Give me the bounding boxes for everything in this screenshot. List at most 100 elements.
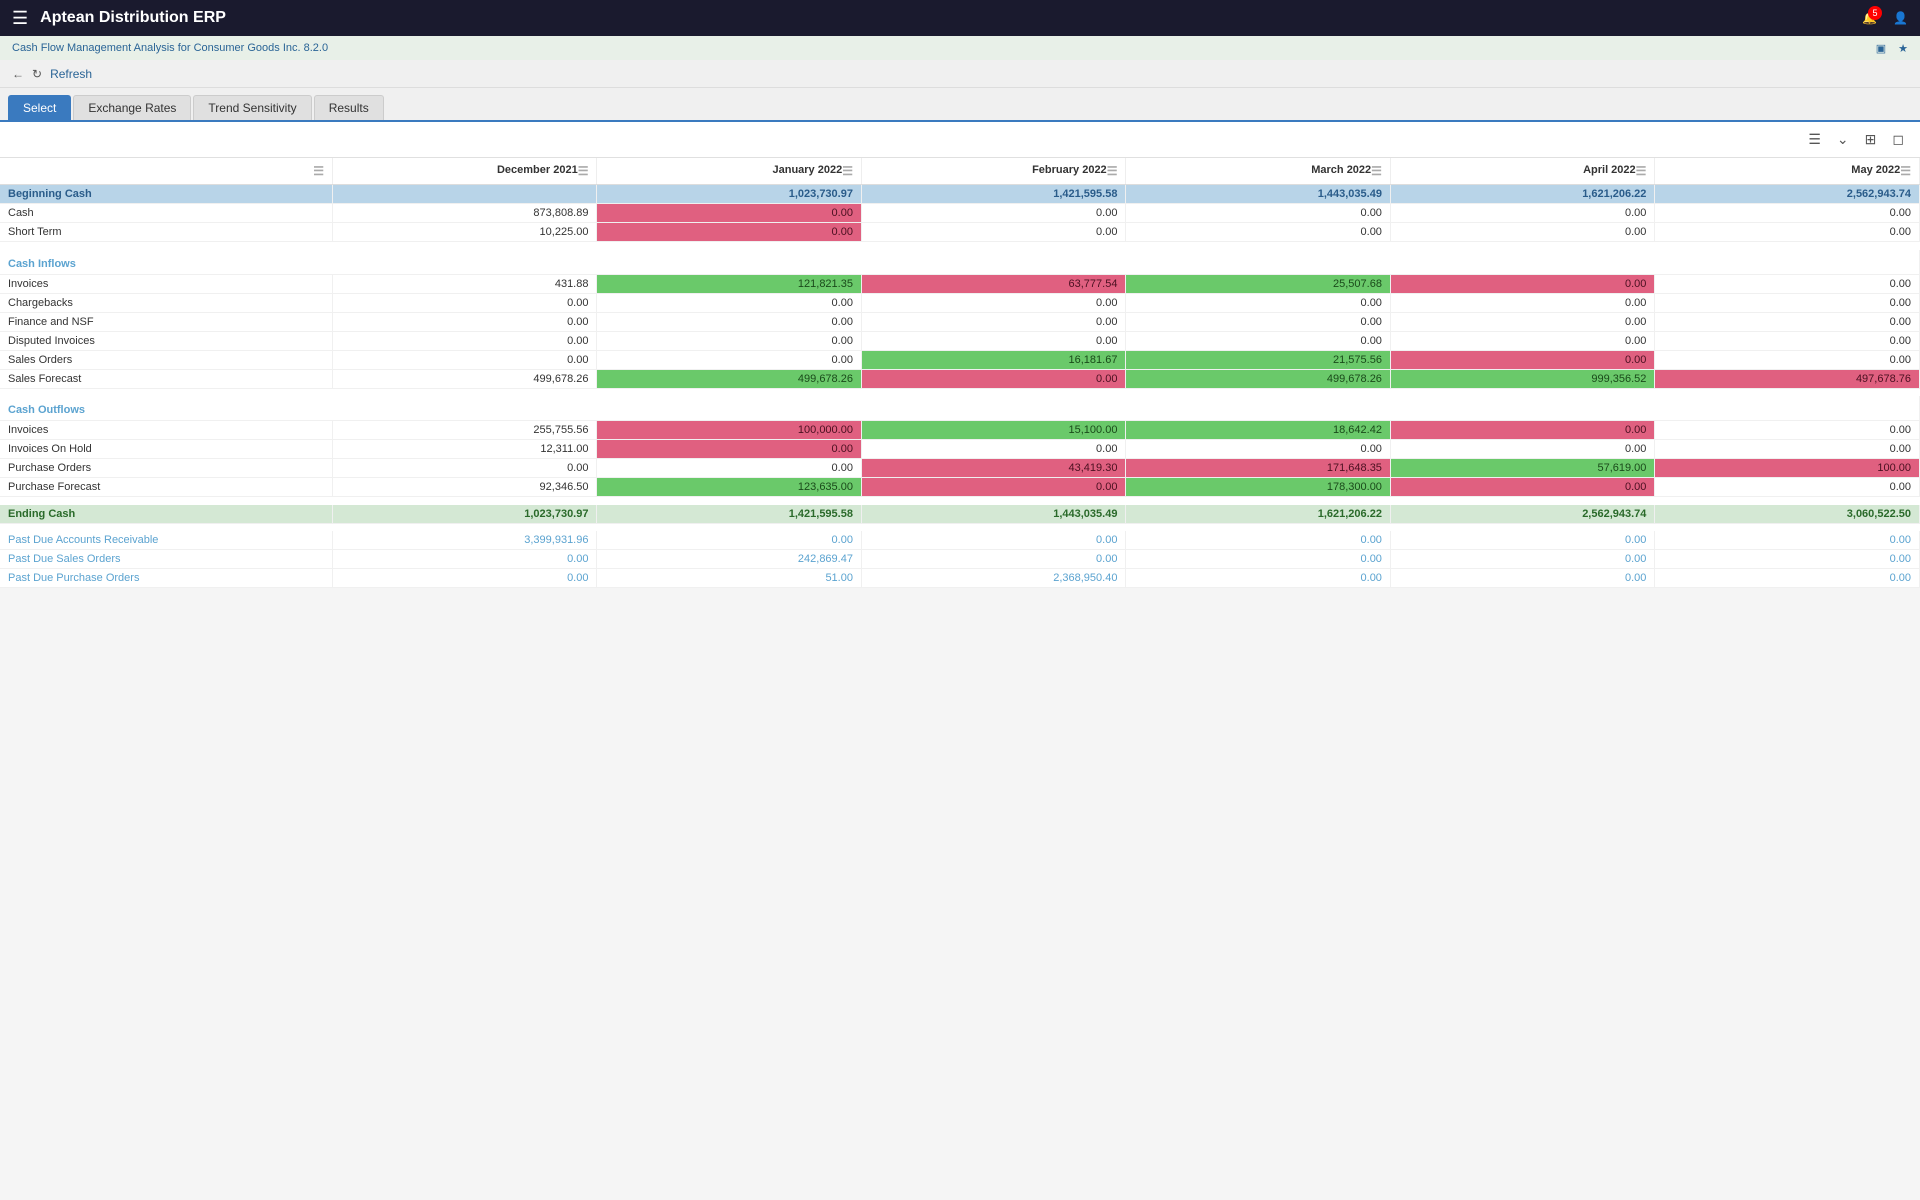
invoices-out-jan: 100,000.00 <box>597 421 861 440</box>
short-term-feb: 0.00 <box>861 223 1125 242</box>
spacer-1 <box>0 242 1920 250</box>
expand-icon[interactable]: ◻ <box>1888 129 1908 150</box>
table-row-short-term: Short Term 10,225.00 0.00 0.00 0.00 0.00… <box>0 223 1920 242</box>
sales-orders-may: 0.00 <box>1655 350 1920 369</box>
sales-orders-feb: 16,181.67 <box>861 350 1125 369</box>
past-due-so-label: Past Due Sales Orders <box>0 550 333 569</box>
invoices-in-label: Invoices <box>0 274 333 293</box>
invoices-hold-apr: 0.00 <box>1390 440 1654 459</box>
col-menu-icon-4[interactable]: ☰ <box>1371 164 1382 178</box>
ending-cash-dec: 1,023,730.97 <box>333 505 597 524</box>
tab-select[interactable]: Select <box>8 95 71 120</box>
chargebacks-jan: 0.00 <box>597 293 861 312</box>
cash-dec: 873,808.89 <box>333 204 597 223</box>
tab-results[interactable]: Results <box>314 95 384 120</box>
sales-forecast-label: Sales Forecast <box>0 369 333 388</box>
refresh-link[interactable]: Refresh <box>50 67 92 81</box>
forward-button[interactable]: ↻ <box>32 67 42 81</box>
table-row-finance-nsf: Finance and NSF 0.00 0.00 0.00 0.00 0.00… <box>0 312 1920 331</box>
col-menu-icon-0[interactable]: ☰ <box>313 164 324 178</box>
tab-exchange-rates[interactable]: Exchange Rates <box>73 95 191 120</box>
beginning-cash-feb: 1,421,595.58 <box>861 185 1125 204</box>
finance-nsf-mar: 0.00 <box>1126 312 1390 331</box>
sales-orders-mar: 21,575.56 <box>1126 350 1390 369</box>
sales-orders-apr: 0.00 <box>1390 350 1654 369</box>
sales-forecast-mar: 499,678.26 <box>1126 369 1390 388</box>
spacer-4 <box>0 523 1920 531</box>
cash-mar: 0.00 <box>1126 204 1390 223</box>
table-row-purchase-forecast: Purchase Forecast 92,346.50 123,635.00 0… <box>0 478 1920 497</box>
section-cash-outflows: Cash Outflows <box>0 396 1920 421</box>
invoices-hold-jan: 0.00 <box>597 440 861 459</box>
table-row-chargebacks: Chargebacks 0.00 0.00 0.00 0.00 0.00 0.0… <box>0 293 1920 312</box>
col-header-label[interactable]: ☰ <box>0 158 333 185</box>
menu-icon[interactable]: ☰ <box>12 8 28 29</box>
col-header-feb2022[interactable]: February 2022 ☰ <box>861 158 1125 185</box>
table-row-invoices-hold: Invoices On Hold 12,311.00 0.00 0.00 0.0… <box>0 440 1920 459</box>
purchase-orders-jan: 0.00 <box>597 459 861 478</box>
purchase-orders-mar: 171,648.35 <box>1126 459 1390 478</box>
purchase-forecast-dec: 92,346.50 <box>333 478 597 497</box>
ending-cash-feb: 1,443,035.49 <box>861 505 1125 524</box>
chargebacks-label: Chargebacks <box>0 293 333 312</box>
table-row-beginning-cash: Beginning Cash 1,023,730.97 1,421,595.58… <box>0 185 1920 204</box>
col-header-apr2022[interactable]: April 2022 ☰ <box>1390 158 1654 185</box>
star-icon[interactable]: ★ <box>1898 42 1908 55</box>
top-icons: 🔔5 👤 <box>1862 11 1908 25</box>
sales-forecast-feb: 0.00 <box>861 369 1125 388</box>
table-row-past-due-so: Past Due Sales Orders 0.00 242,869.47 0.… <box>0 550 1920 569</box>
finance-nsf-label: Finance and NSF <box>0 312 333 331</box>
grid-icon[interactable]: ⊞ <box>1861 129 1881 150</box>
tab-trend-sensitivity[interactable]: Trend Sensitivity <box>193 95 311 120</box>
chevron-down-icon[interactable]: ⌄ <box>1833 129 1853 150</box>
disputed-jan: 0.00 <box>597 331 861 350</box>
section-cash-inflows: Cash Inflows <box>0 250 1920 275</box>
ending-cash-label: Ending Cash <box>0 505 333 524</box>
purchase-forecast-apr: 0.00 <box>1390 478 1654 497</box>
short-term-may: 0.00 <box>1655 223 1920 242</box>
invoices-hold-may: 0.00 <box>1655 440 1920 459</box>
notifications[interactable]: 🔔5 <box>1862 11 1877 25</box>
col-header-may2022[interactable]: May 2022 ☰ <box>1655 158 1920 185</box>
col-menu-icon-1[interactable]: ☰ <box>578 164 589 178</box>
invoices-hold-feb: 0.00 <box>861 440 1125 459</box>
purchase-forecast-may: 0.00 <box>1655 478 1920 497</box>
col-header-mar2022[interactable]: March 2022 ☰ <box>1126 158 1390 185</box>
finance-nsf-dec: 0.00 <box>333 312 597 331</box>
col-header-dec2021[interactable]: December 2021 ☰ <box>333 158 597 185</box>
table-row-past-due-ar: Past Due Accounts Receivable 3,399,931.9… <box>0 531 1920 550</box>
past-due-po-jan: 51.00 <box>597 569 861 588</box>
table-row-purchase-orders: Purchase Orders 0.00 0.00 43,419.30 171,… <box>0 459 1920 478</box>
col-menu-icon-6[interactable]: ☰ <box>1900 164 1911 178</box>
back-button[interactable]: ← <box>12 67 24 81</box>
invoices-out-label: Invoices <box>0 421 333 440</box>
purchase-orders-feb: 43,419.30 <box>861 459 1125 478</box>
past-due-po-dec: 0.00 <box>333 569 597 588</box>
toolbar: ☰ ⌄ ⊞ ◻ <box>0 122 1920 158</box>
beginning-cash-apr: 1,621,206.22 <box>1390 185 1654 204</box>
disputed-apr: 0.00 <box>1390 331 1654 350</box>
past-due-so-apr: 0.00 <box>1390 550 1654 569</box>
past-due-po-mar: 0.00 <box>1126 569 1390 588</box>
subtitle-text: Cash Flow Management Analysis for Consum… <box>12 42 328 54</box>
purchase-orders-apr: 57,619.00 <box>1390 459 1654 478</box>
col-menu-icon-5[interactable]: ☰ <box>1636 164 1647 178</box>
past-due-po-feb: 2,368,950.40 <box>861 569 1125 588</box>
chargebacks-apr: 0.00 <box>1390 293 1654 312</box>
col-menu-icon-3[interactable]: ☰ <box>1107 164 1118 178</box>
past-due-so-feb: 0.00 <box>861 550 1125 569</box>
invoices-in-jan: 121,821.35 <box>597 274 861 293</box>
purchase-orders-label: Purchase Orders <box>0 459 333 478</box>
disputed-mar: 0.00 <box>1126 331 1390 350</box>
col-menu-icon-2[interactable]: ☰ <box>842 164 853 178</box>
disputed-dec: 0.00 <box>333 331 597 350</box>
table-header-row: ☰ December 2021 ☰ January 2022 ☰ Februar… <box>0 158 1920 185</box>
purchase-orders-dec: 0.00 <box>333 459 597 478</box>
sales-forecast-may: 497,678.76 <box>1655 369 1920 388</box>
col-header-jan2022[interactable]: January 2022 ☰ <box>597 158 861 185</box>
user-icon[interactable]: 👤 <box>1893 11 1908 25</box>
copy-icon[interactable]: ▣ <box>1876 42 1886 55</box>
chargebacks-feb: 0.00 <box>861 293 1125 312</box>
filter-icon[interactable]: ☰ <box>1804 129 1825 150</box>
app-title: Aptean Distribution ERP <box>40 9 1850 27</box>
